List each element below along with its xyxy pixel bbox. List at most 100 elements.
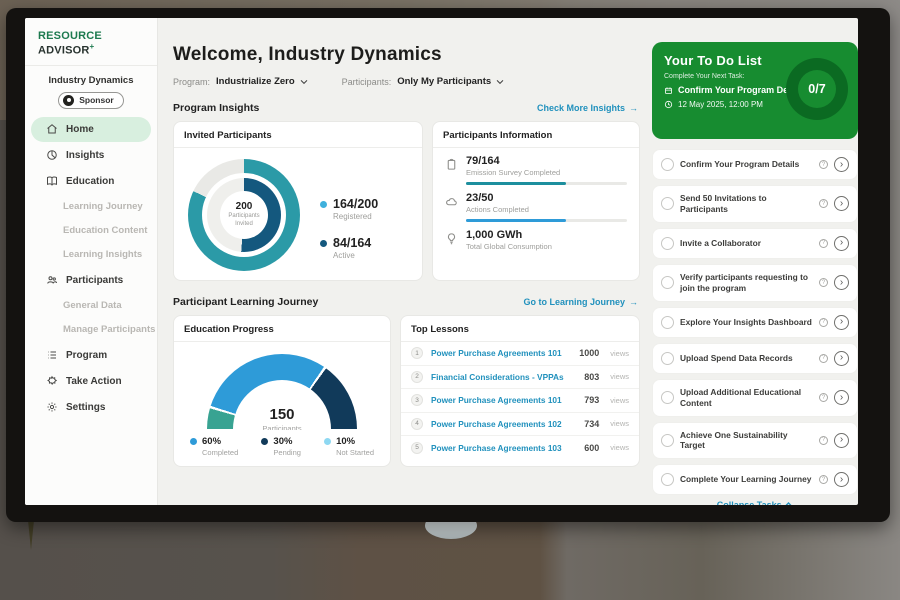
task-row-achieve-target[interactable]: Achieve One Sustainability Target ? ›: [652, 422, 858, 460]
legend-registered: 164/200 Registered: [320, 197, 378, 221]
rank-badge: 1: [411, 347, 423, 359]
task-open-button[interactable]: ›: [834, 157, 849, 172]
task-row-send-invitations[interactable]: Send 50 Invitations to Participants ? ›: [652, 185, 858, 223]
invited-participants-card: Invited Participants 200 Participants In…: [173, 121, 423, 281]
progress-bar: [466, 182, 627, 185]
task-open-button[interactable]: ›: [834, 390, 849, 405]
task-open-button[interactable]: ›: [834, 196, 849, 211]
sidebar-item-education[interactable]: Education: [31, 169, 151, 194]
sidebar-item-label: Manage Participants: [63, 324, 155, 335]
arrow-right-icon: →: [629, 103, 638, 113]
task-checkbox[interactable]: [661, 237, 674, 250]
participants-icon: [46, 274, 58, 286]
legend-dot: [320, 240, 327, 247]
sidebar-item-insights[interactable]: Insights: [31, 143, 151, 168]
task-row-invite-collaborator[interactable]: Invite a Collaborator ? ›: [652, 228, 858, 259]
scene: RESOURCE ADVISOR+ Industry Dynamics Spon…: [0, 0, 900, 600]
task-row-explore-insights[interactable]: Explore Your Insights Dashboard ? ›: [652, 307, 858, 338]
task-checkbox[interactable]: [661, 276, 674, 289]
gauge-chart: 150 Participants: [207, 354, 357, 430]
task-open-button[interactable]: ›: [834, 236, 849, 251]
task-checkbox[interactable]: [661, 316, 674, 329]
cloud-icon: [445, 195, 458, 208]
top-lessons-title: Top Lessons: [401, 316, 639, 342]
task-row-verify-participants[interactable]: Verify participants requesting to join t…: [652, 264, 858, 302]
program-icon: [46, 349, 58, 361]
task-row-upload-educational-content[interactable]: Upload Additional Educational Content ? …: [652, 379, 858, 417]
logo-plus: +: [90, 42, 95, 51]
learning-journey-header: Participant Learning Journey Go to Learn…: [173, 296, 640, 308]
app-screen: RESOURCE ADVISOR+ Industry Dynamics Spon…: [25, 18, 858, 505]
sidebar-item-program[interactable]: Program: [31, 343, 151, 368]
info-icon[interactable]: ?: [819, 160, 828, 169]
go-to-learning-journey-link[interactable]: Go to Learning Journey→: [523, 297, 638, 307]
lesson-link[interactable]: Power Purchase Agreements 102: [431, 419, 576, 429]
sidebar-item-label: Education Content: [63, 225, 147, 236]
lesson-link[interactable]: Financial Considerations - VPPAs: [431, 372, 576, 382]
task-open-button[interactable]: ›: [834, 275, 849, 290]
task-open-button[interactable]: ›: [834, 351, 849, 366]
task-checkbox[interactable]: [661, 473, 674, 486]
legend-dot: [320, 201, 327, 208]
task-open-button[interactable]: ›: [834, 472, 849, 487]
sponsor-badge-label: Sponsor: [79, 95, 113, 105]
info-icon[interactable]: ?: [819, 239, 828, 248]
info-icon[interactable]: ?: [819, 199, 828, 208]
sidebar-item-general-data[interactable]: General Data: [25, 294, 157, 318]
program-filter-select[interactable]: Industrialize Zero: [216, 76, 308, 87]
program-filter-value: Industrialize Zero: [216, 76, 295, 87]
sidebar-item-settings[interactable]: Settings: [31, 395, 151, 420]
donut: 200 Participants Invited: [188, 159, 300, 271]
info-icon[interactable]: ?: [819, 475, 828, 484]
gauge-center-value: 150: [233, 406, 331, 423]
learning-journey-title: Participant Learning Journey: [173, 296, 318, 308]
lesson-link[interactable]: Power Purchase Agreements 101: [431, 395, 576, 405]
sidebar-item-learning-insights[interactable]: Learning Insights: [25, 243, 157, 267]
sidebar-item-learning-journey[interactable]: Learning Journey: [25, 195, 157, 219]
info-icon[interactable]: ?: [819, 354, 828, 363]
lessons-list: 1 Power Purchase Agreements 101 1000 vie…: [401, 342, 639, 460]
participants-filter-value: Only My Participants: [397, 76, 491, 87]
lightbulb-icon: [445, 232, 458, 245]
participants-information-card: Participants Information 79/164 Emission…: [432, 121, 640, 281]
info-icon[interactable]: ?: [819, 436, 828, 445]
task-checkbox[interactable]: [661, 391, 674, 404]
sidebar-item-take-action[interactable]: Take Action: [31, 369, 151, 394]
rank-badge: 4: [411, 418, 423, 430]
task-checkbox[interactable]: [661, 197, 674, 210]
program-filter-label: Program:: [173, 77, 210, 87]
task-row-confirm-program[interactable]: Confirm Your Program Details ? ›: [652, 149, 858, 180]
legend-pending: 30% Pending: [261, 436, 301, 457]
sponsor-badge[interactable]: Sponsor: [58, 92, 123, 109]
sidebar-item-home[interactable]: Home: [31, 117, 151, 142]
sidebar-item-education-content[interactable]: Education Content: [25, 219, 157, 243]
sidebar-item-label: General Data: [63, 300, 122, 311]
task-open-button[interactable]: ›: [834, 315, 849, 330]
task-row-complete-learning-journey[interactable]: Complete Your Learning Journey ? ›: [652, 464, 858, 495]
task-checkbox[interactable]: [661, 158, 674, 171]
task-row-upload-spend-data[interactable]: Upload Spend Data Records ? ›: [652, 343, 858, 374]
settings-icon: [46, 401, 58, 413]
info-icon[interactable]: ?: [819, 318, 828, 327]
collapse-tasks-link[interactable]: Collapse Tasks: [652, 500, 858, 505]
task-checkbox[interactable]: [661, 352, 674, 365]
sidebar-item-participants[interactable]: Participants: [31, 268, 151, 293]
task-checkbox[interactable]: [661, 434, 674, 447]
info-icon[interactable]: ?: [819, 278, 828, 287]
check-more-insights-link[interactable]: Check More Insights→: [537, 103, 638, 113]
invited-participants-title: Invited Participants: [174, 122, 422, 148]
stat-emission-survey: 79/164 Emission Survey Completed: [445, 155, 627, 185]
insights-icon: [46, 149, 58, 161]
lesson-link[interactable]: Power Purchase Agreements 101: [431, 348, 571, 358]
participants-filter-select[interactable]: Only My Participants: [397, 76, 504, 87]
legend-dot: [324, 438, 331, 445]
participants-stats: 79/164 Emission Survey Completed: [433, 148, 639, 251]
info-icon[interactable]: ?: [819, 393, 828, 402]
rank-badge: 3: [411, 394, 423, 406]
task-open-button[interactable]: ›: [834, 433, 849, 448]
sidebar-item-manage-participants[interactable]: Manage Participants: [25, 318, 157, 342]
lesson-link[interactable]: Power Purchase Agreements 103: [431, 443, 576, 453]
stat-actions-completed: 23/50 Actions Completed: [445, 192, 627, 222]
participants-filter-label: Participants:: [342, 77, 392, 87]
donut-chart: 200 Participants Invited 164/200: [174, 159, 422, 271]
